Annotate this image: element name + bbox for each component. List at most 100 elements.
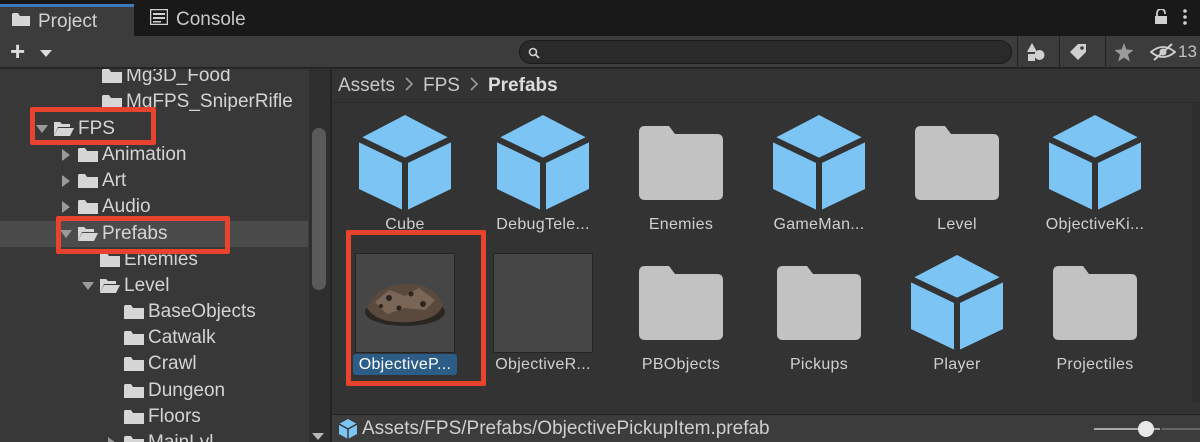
expand-right-icon[interactable] <box>60 201 72 213</box>
search-by-type-button[interactable] <box>1017 36 1053 68</box>
tree-item-enemies[interactable]: Enemies <box>0 247 308 273</box>
folder-icon <box>907 113 1007 213</box>
folder-icon <box>124 330 144 346</box>
tree-item-label: Mg3D_Food <box>126 69 231 86</box>
console-icon <box>149 8 169 31</box>
zoom-slider-handle[interactable] <box>1138 421 1154 437</box>
more-options-icon[interactable] <box>1178 8 1192 31</box>
asset-label-text: ObjectiveP... <box>352 354 458 375</box>
tree-scrollbar[interactable] <box>309 69 330 442</box>
asset-label-text: DebugTele... <box>496 216 590 233</box>
tab-console[interactable]: Console <box>146 4 276 36</box>
folder-icon <box>124 304 144 320</box>
asset-label-text: Projectiles <box>1056 356 1134 373</box>
folder-open-icon <box>100 278 120 294</box>
asset-label: Pickups <box>754 356 884 374</box>
search-by-label-button[interactable] <box>1059 36 1095 68</box>
expand-down-icon[interactable] <box>36 124 48 134</box>
tree-item-animation[interactable]: Animation <box>0 142 308 168</box>
tree-item-label: MgFPS_SniperRifle <box>126 91 293 112</box>
tree-item-prefabs[interactable]: Prefabs <box>0 221 308 247</box>
prefab-icon <box>907 253 1007 353</box>
tree-item-label: Art <box>102 170 127 191</box>
folder-icon <box>769 253 869 353</box>
tree-item-label: Crawl <box>148 353 197 374</box>
chevron-right-icon <box>470 75 479 97</box>
folder-icon <box>12 11 30 33</box>
breadcrumb-assets[interactable]: Assets <box>338 75 395 97</box>
folder-icon <box>78 199 98 215</box>
tree-scroll-thumb[interactable] <box>312 128 326 290</box>
asset-label: DebugTele... <box>478 216 608 234</box>
toolbar: + 13 <box>0 36 1200 68</box>
tree-item-label: Dungeon <box>148 380 226 401</box>
tree-item-dungeon[interactable]: Dungeon <box>0 378 308 404</box>
tree-item-level[interactable]: Level <box>0 273 308 299</box>
prefab-icon <box>769 113 869 213</box>
asset-label: PBObjects <box>616 356 746 374</box>
prefab-icon <box>338 418 358 440</box>
folder-icon <box>1045 253 1145 353</box>
tree-item-label: FPS <box>78 118 115 139</box>
tree-item-baseobjects[interactable]: BaseObjects <box>0 299 308 325</box>
asset-grid-scrollbar[interactable] <box>1192 103 1200 403</box>
asset-label: Player <box>892 356 1022 374</box>
chevron-down-icon[interactable] <box>312 425 324 442</box>
tree-item-art[interactable]: Art <box>0 168 308 194</box>
asset-label: Projectiles <box>1030 356 1160 374</box>
asset-label-text: GameMan... <box>773 216 865 233</box>
folder-icon <box>78 147 98 163</box>
asset-label: ObjectiveR... <box>478 356 608 374</box>
prefab-icon <box>493 113 593 213</box>
tree-item-crawl[interactable]: Crawl <box>0 351 308 377</box>
folder-open-icon <box>78 226 98 242</box>
prefab-icon <box>1045 113 1145 213</box>
tree-item-label: Prefabs <box>102 223 168 244</box>
tab-project[interactable]: Project <box>0 4 134 36</box>
folder-open-icon <box>54 121 74 137</box>
breadcrumb: Assets FPS Prefabs <box>332 69 1200 103</box>
asset-label-text: Enemies <box>648 216 714 233</box>
folder-tree: Mg3D_Food MgFPS_SniperRifle FPS Animation Ar… <box>0 69 330 442</box>
asset-label: Cube <box>340 216 470 234</box>
tab-bar: Project Console <box>0 0 1200 36</box>
asset-label-text: Player <box>933 356 981 373</box>
tab-project-label: Project <box>38 10 98 32</box>
chevron-down-icon[interactable] <box>40 45 52 63</box>
favorites-button[interactable] <box>1105 36 1141 68</box>
expand-right-icon[interactable] <box>60 175 72 187</box>
tree-item-label: MainLvl <box>148 432 213 442</box>
folder-icon <box>631 253 731 353</box>
asset-label: ObjectiveP... <box>340 354 470 375</box>
asset-label: Level <box>892 216 1022 234</box>
tree-item-mg3d-food[interactable]: Mg3D_Food <box>0 69 308 89</box>
expand-right-icon[interactable] <box>60 149 72 161</box>
tree-item-catwalk[interactable]: Catwalk <box>0 325 308 351</box>
breadcrumb-prefabs[interactable]: Prefabs <box>488 75 558 97</box>
asset-label-text: ObjectiveR... <box>495 356 591 373</box>
zoom-slider-rest <box>1162 428 1200 430</box>
folder-icon <box>78 173 98 189</box>
tree-item-mainlvl[interactable]: MainLvl <box>0 430 308 442</box>
asset-label-text: PBObjects <box>641 356 721 373</box>
tree-item-mgfps-sniperrifle[interactable]: MgFPS_SniperRifle <box>0 89 308 115</box>
tab-console-label: Console <box>176 9 246 30</box>
create-plus-icon[interactable]: + <box>10 38 25 64</box>
hidden-packages-toggle[interactable]: 13 <box>1150 36 1197 68</box>
tree-item-audio[interactable]: Audio <box>0 194 308 220</box>
tree-item-label: Audio <box>102 196 151 217</box>
asset-label-text: Pickups <box>789 356 849 373</box>
tree-item-label: Floors <box>148 406 201 427</box>
folder-icon <box>102 94 122 110</box>
expand-down-icon[interactable] <box>60 229 72 239</box>
tree-item-label: Animation <box>102 144 187 165</box>
breadcrumb-fps[interactable]: FPS <box>423 75 460 97</box>
lock-icon[interactable] <box>1154 8 1168 30</box>
asset-label-text: Level <box>937 216 977 233</box>
shapes-icon <box>1026 43 1044 61</box>
search-input[interactable] <box>519 40 1012 64</box>
tree-item-fps[interactable]: FPS <box>0 116 308 142</box>
expand-right-icon[interactable] <box>106 437 118 442</box>
tree-item-floors[interactable]: Floors <box>0 404 308 430</box>
expand-down-icon[interactable] <box>82 281 94 291</box>
